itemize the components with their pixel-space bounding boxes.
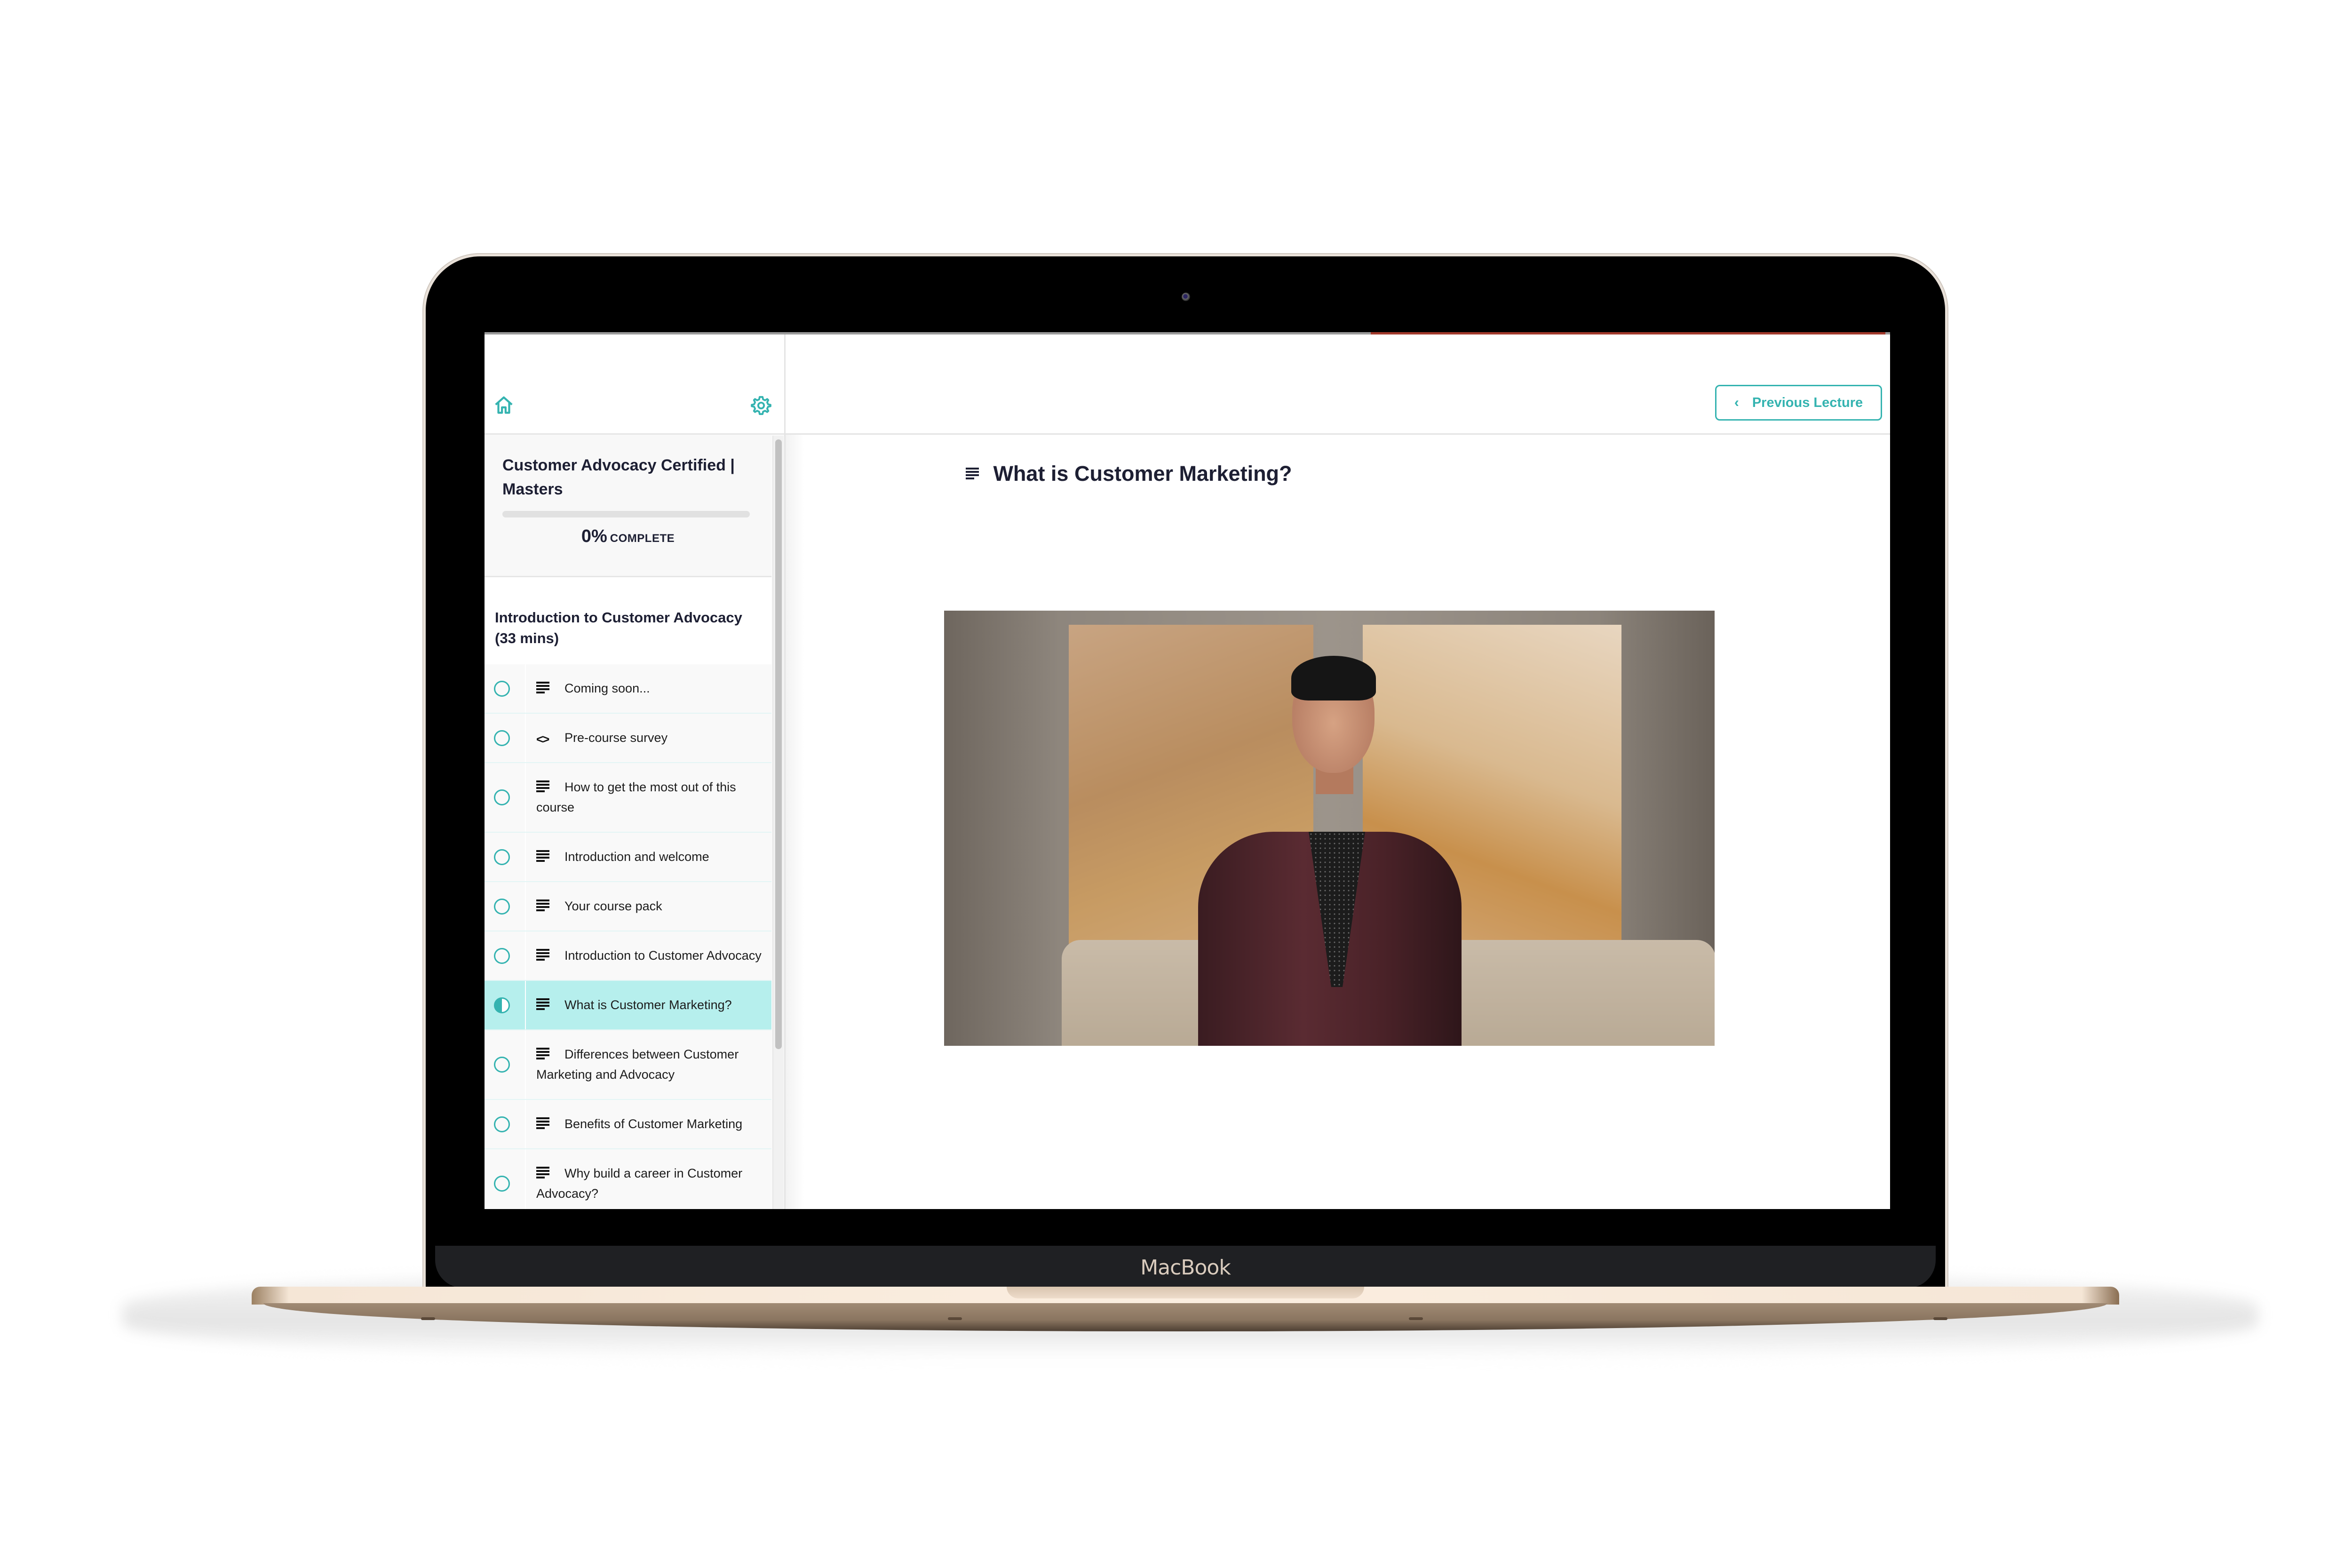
lecture-item[interactable]: Introduction and welcome	[485, 833, 771, 882]
lecture-title: Pre-course survey	[564, 731, 668, 745]
lecture-main: ‹ Previous Lecture What is Customer Mark…	[786, 334, 1890, 1209]
empty-circle-icon	[494, 1176, 510, 1192]
lecture-body: Benefits of Customer Marketing	[536, 1100, 771, 1148]
laptop-foot	[1933, 1317, 1947, 1320]
lecture-title: Differences between Customer Marketing a…	[536, 1047, 739, 1082]
lecture-item[interactable]: Coming soon...	[485, 664, 771, 714]
lecture-title: Why build a career in Customer Advocacy?	[536, 1166, 743, 1201]
lecture-status[interactable]	[485, 1100, 526, 1148]
course-title: Customer Advocacy Certified | Masters	[502, 456, 735, 498]
lecture-item[interactable]: Your course pack	[485, 882, 771, 931]
text-lines-icon	[536, 998, 550, 1011]
lecture-title: Introduction to Customer Advocacy	[564, 948, 762, 963]
device-brand-label: MacBook	[1140, 1256, 1231, 1280]
lecture-body: What is Customer Marketing?	[536, 981, 771, 1029]
lecture-list: Coming soon... <> Pre-course survey How to …	[485, 664, 771, 1209]
empty-circle-icon	[494, 947, 510, 964]
text-lines-icon	[966, 468, 980, 480]
empty-circle-icon	[494, 1057, 510, 1073]
empty-circle-icon	[494, 1116, 510, 1132]
text-lines-icon	[536, 682, 550, 694]
text-lines-icon	[536, 949, 550, 961]
lecture-status[interactable]	[485, 1149, 526, 1209]
text-lines-icon	[536, 1167, 550, 1179]
lecture-title: Introduction and welcome	[564, 850, 709, 864]
lecture-body: Differences between Customer Marketing a…	[536, 1030, 771, 1099]
lecture-video[interactable]	[944, 611, 1715, 1046]
text-lines-icon	[536, 780, 550, 793]
empty-circle-icon	[494, 898, 510, 915]
empty-circle-icon	[494, 730, 510, 746]
sidebar-header	[485, 334, 784, 435]
previous-lecture-label: Previous Lecture	[1752, 395, 1863, 410]
screen: Customer Advocacy Certified | Masters 0%…	[485, 332, 1890, 1209]
lecture-title: Coming soon...	[564, 681, 650, 695]
section-title: Introduction to Customer Advocacy (33 mi…	[495, 609, 742, 646]
home-icon	[495, 396, 513, 414]
lecture-status[interactable]	[485, 1030, 526, 1099]
laptop-foot	[948, 1317, 962, 1320]
lecture-body: Introduction to Customer Advocacy	[536, 931, 771, 980]
lecture-body: Your course pack	[536, 882, 771, 931]
gear-icon	[751, 396, 771, 415]
text-lines-icon	[536, 899, 550, 912]
text-lines-icon	[536, 1048, 550, 1060]
lecture-body: Why build a career in Customer Advocacy?	[536, 1149, 771, 1209]
code-icon: <>	[536, 732, 549, 746]
lecture-title: What is Customer Marketing?	[786, 462, 1472, 486]
video-presenter-hair	[1291, 656, 1376, 700]
previous-lecture-button[interactable]: ‹ Previous Lecture	[1715, 385, 1882, 421]
sidebar-scrollbar-thumb[interactable]	[775, 439, 782, 1049]
half-circle-progress-icon	[494, 997, 510, 1013]
lecture-item[interactable]: Why build a career in Customer Advocacy?	[485, 1149, 771, 1209]
laptop-foot	[421, 1317, 435, 1320]
sidebar-edge-shadow	[786, 435, 804, 1209]
lecture-status[interactable]	[485, 833, 526, 881]
course-progress-label: 0% COMPLETE	[485, 526, 771, 547]
lecture-title: What is Customer Marketing?	[564, 998, 732, 1012]
empty-circle-icon	[494, 849, 510, 865]
laptop-foot	[1409, 1317, 1423, 1320]
text-lines-icon	[536, 850, 550, 862]
lecture-title: Your course pack	[564, 899, 662, 913]
lecture-body: How to get the most out of this course	[536, 763, 771, 832]
lecture-title: Benefits of Customer Marketing	[564, 1117, 743, 1131]
text-lines-icon	[536, 1117, 550, 1130]
lecture-status[interactable]	[485, 882, 526, 931]
sidebar-scrollbar[interactable]	[772, 436, 784, 1209]
progress-word: COMPLETE	[610, 532, 675, 545]
lecture-body: <> Pre-course survey	[536, 714, 771, 762]
lecture-item[interactable]: <> Pre-course survey	[485, 714, 771, 763]
lecture-status[interactable]	[485, 763, 526, 832]
main-header: ‹ Previous Lecture	[786, 334, 1890, 435]
progress-percent: 0%	[581, 526, 607, 546]
section-header: Introduction to Customer Advocacy (33 mi…	[485, 577, 771, 665]
laptop-hinge-notch	[1007, 1287, 1364, 1298]
settings-button[interactable]	[750, 395, 772, 416]
lecture-status[interactable]	[485, 981, 526, 1029]
lecture-title-text: What is Customer Marketing?	[993, 462, 1292, 486]
home-button[interactable]	[493, 395, 515, 416]
lecture-body: Coming soon...	[536, 664, 771, 713]
lecture-status[interactable]	[485, 664, 526, 713]
lecture-body: Introduction and welcome	[536, 833, 771, 881]
webcam-icon	[1182, 293, 1190, 301]
empty-circle-icon	[494, 680, 510, 697]
chevron-left-icon: ‹	[1734, 395, 1739, 410]
lecture-item[interactable]: Introduction to Customer Advocacy	[485, 931, 771, 981]
course-summary: Customer Advocacy Certified | Masters 0%…	[485, 435, 771, 577]
lecture-status[interactable]	[485, 714, 526, 762]
lecture-item[interactable]: Differences between Customer Marketing a…	[485, 1030, 771, 1100]
lecture-item[interactable]: Benefits of Customer Marketing	[485, 1100, 771, 1149]
course-progress-bar	[502, 511, 750, 517]
lecture-status[interactable]	[485, 931, 526, 980]
lecture-item[interactable]: What is Customer Marketing?	[485, 981, 771, 1030]
course-sidebar: Customer Advocacy Certified | Masters 0%…	[485, 334, 786, 1209]
lecture-title: How to get the most out of this course	[536, 780, 736, 814]
lecture-item[interactable]: How to get the most out of this course	[485, 763, 771, 833]
empty-circle-icon	[494, 789, 510, 805]
